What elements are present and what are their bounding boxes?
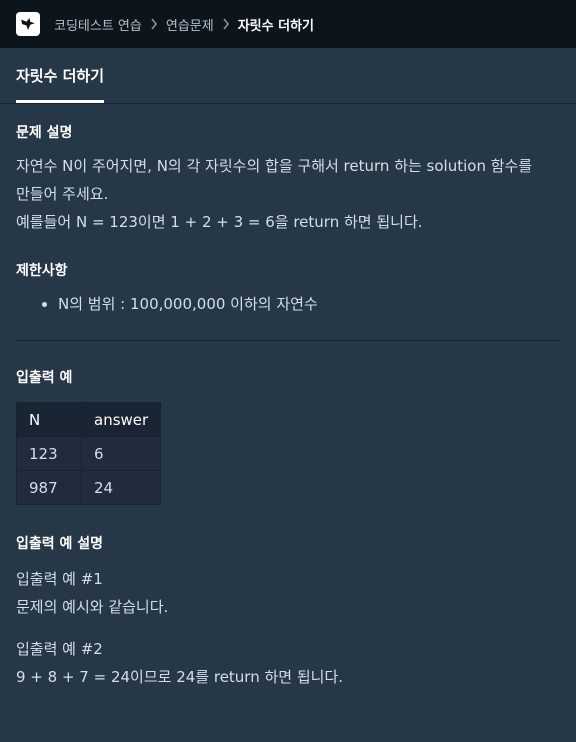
table-row: 123 6 [16, 436, 162, 471]
tab-bar: 자릿수 더하기 [0, 48, 576, 104]
constraints-section: 제한사항 N의 범위 : 100,000,000 이하의 자연수 [16, 260, 560, 318]
example-1-title: 입출력 예 #1 [16, 570, 103, 588]
example-1-body: 문제의 예시와 같습니다. [16, 598, 169, 616]
chevron-right-icon [150, 18, 158, 30]
problem-description-line: 자연수 N이 주어지면, N의 각 자릿수의 합을 구해서 return 하는 … [16, 157, 533, 175]
io-explanation-section: 입출력 예 설명 입출력 예 #1 문제의 예시와 같습니다. 입출력 예 #2… [16, 533, 560, 691]
column-header-answer: answer [80, 402, 162, 437]
top-navigation-bar: 코딩테스트 연습 연습문제 자릿수 더하기 [0, 0, 576, 48]
problem-content: 문제 설명 자연수 N이 주어지면, N의 각 자릿수의 합을 구해서 retu… [0, 104, 576, 691]
problem-description-line: 만들어 주세요. [16, 185, 109, 203]
io-example-heading: 입출력 예 [16, 370, 73, 386]
table-row: 987 24 [16, 470, 162, 505]
example-2-body: 9 + 8 + 7 = 24이므로 24를 return 하면 됩니다. [16, 668, 344, 686]
constraint-item: N의 범위 : 100,000,000 이하의 자연수 [58, 290, 560, 318]
tab-problem[interactable]: 자릿수 더하기 [16, 48, 105, 103]
breadcrumb-coding-test[interactable]: 코딩테스트 연습 [54, 15, 142, 34]
chevron-right-icon [222, 18, 230, 30]
column-header-n: N [16, 402, 82, 437]
table-cell: 123 [16, 436, 82, 471]
problem-description-heading: 문제 설명 [16, 125, 73, 141]
io-example-table: N answer 123 6 987 24 [16, 402, 162, 505]
table-cell: 987 [16, 470, 82, 505]
breadcrumb-practice[interactable]: 연습문제 [166, 15, 214, 34]
section-divider [16, 340, 560, 341]
table-cell: 24 [80, 470, 162, 505]
example-2-title: 입출력 예 #2 [16, 640, 103, 658]
bird-logo-icon[interactable] [16, 12, 40, 36]
problem-description-section: 문제 설명 자연수 N이 주어지면, N의 각 자릿수의 합을 구해서 retu… [16, 104, 560, 236]
problem-description-line: 예를들어 N = 123이면 1 + 2 + 3 = 6을 return 하면 … [16, 213, 423, 231]
constraints-heading: 제한사항 [16, 263, 68, 279]
io-example-section: 입출력 예 N answer 123 6 987 24 [16, 367, 560, 505]
io-explanation-heading: 입출력 예 설명 [16, 536, 104, 552]
table-header-row: N answer [16, 402, 162, 437]
table-cell: 6 [80, 436, 162, 471]
constraints-list: N의 범위 : 100,000,000 이하의 자연수 [16, 290, 560, 318]
breadcrumb-current: 자릿수 더하기 [237, 18, 314, 34]
